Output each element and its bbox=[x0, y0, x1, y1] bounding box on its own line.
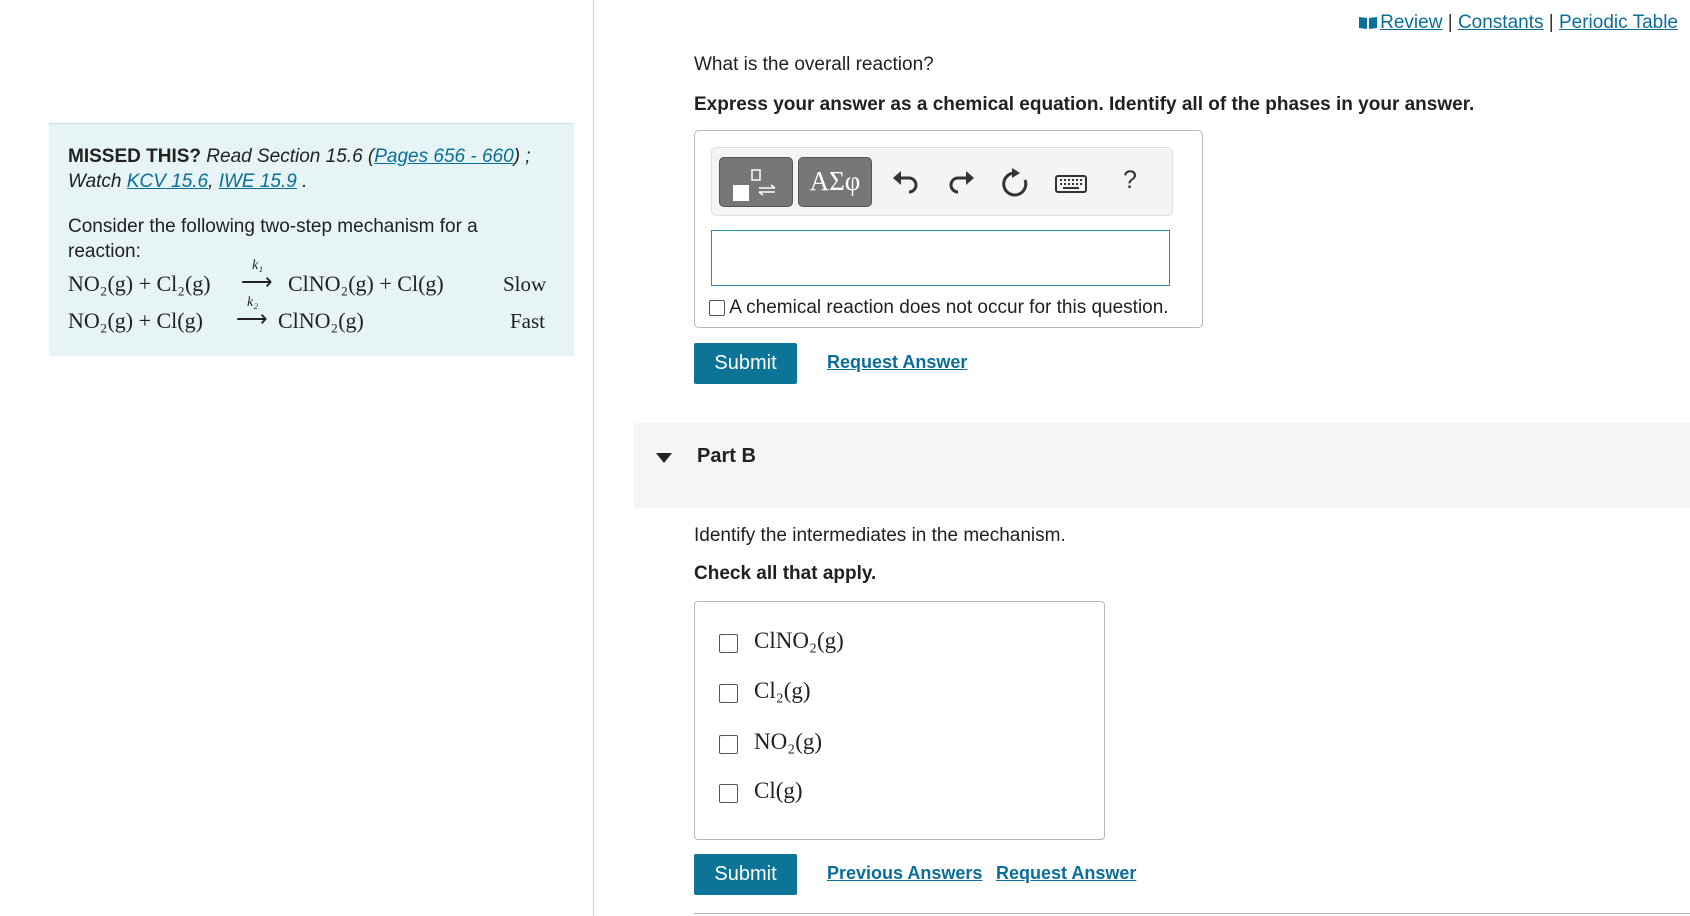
comma-text: , bbox=[208, 171, 214, 192]
mechanism-step-2: NO₂(g) + Cl(g) k₂ ⟶ ClNO₂(g) Fast bbox=[68, 295, 554, 342]
kcv-link[interactable]: KCV 15.6 bbox=[127, 171, 208, 192]
read-section-text: Read Section 15.6 ( bbox=[206, 146, 375, 167]
part-a-instruction: Express your answer as a chemical equati… bbox=[694, 94, 1475, 115]
mechanism-step-1: NO₂(g) + Cl₂(g) k₁ ⟶ ClNO₂(g) + Cl(g) Sl… bbox=[68, 258, 554, 303]
step2-reactants: NO₂(g) + Cl(g) bbox=[68, 308, 203, 333]
bottom-divider bbox=[694, 913, 1690, 914]
choice-label: Cl₂(g) bbox=[754, 678, 811, 703]
hint-box: MISSED THIS? Read Section 15.6 (Pages 65… bbox=[49, 123, 574, 356]
redo-icon[interactable] bbox=[944, 166, 978, 200]
answer-input[interactable] bbox=[711, 230, 1170, 286]
step1-arrow: ⟶ bbox=[241, 269, 273, 294]
mechanism-intro: Consider the following two-step mechanis… bbox=[68, 216, 478, 262]
part-b-submit-button[interactable]: Submit bbox=[694, 854, 797, 895]
step2-products: ClNO₂(g) bbox=[278, 308, 364, 333]
iwe-link[interactable]: IWE 15.9 bbox=[219, 171, 297, 192]
part-b-question: Identify the intermediates in the mechan… bbox=[694, 525, 1066, 546]
step1-reactants: NO₂(g) + Cl₂(g) bbox=[68, 271, 211, 296]
help-button[interactable]: ? bbox=[1123, 166, 1137, 195]
greek-symbols-button[interactable]: ΑΣφ bbox=[798, 157, 872, 207]
watch-text: Watch bbox=[68, 171, 122, 192]
step1-products: ClNO₂(g) + Cl(g) bbox=[288, 271, 444, 296]
choice-label: ClNO₂(g) bbox=[754, 628, 844, 653]
undo-icon[interactable] bbox=[889, 166, 923, 200]
review-link[interactable]: Review bbox=[1380, 12, 1442, 33]
templates-icon bbox=[733, 169, 776, 201]
choice-label: Cl(g) bbox=[754, 778, 803, 803]
hint-read-line: MISSED THIS? Read Section 15.6 (Pages 65… bbox=[68, 144, 554, 169]
choice-checkbox[interactable] bbox=[719, 634, 738, 653]
choice-checkbox[interactable] bbox=[719, 784, 738, 803]
left-pane: MISSED THIS? Read Section 15.6 (Pages 65… bbox=[0, 0, 594, 916]
read-end-text: ) ; bbox=[513, 146, 531, 167]
collapse-caret-icon[interactable] bbox=[656, 453, 672, 463]
choice-checkbox[interactable] bbox=[719, 735, 738, 754]
keyboard-icon[interactable] bbox=[1054, 166, 1088, 200]
separator: | bbox=[1548, 12, 1554, 33]
answer-box: ΑΣφ ? A chemical reaction does not occur… bbox=[694, 130, 1203, 328]
periodic-table-link[interactable]: Periodic Table bbox=[1559, 12, 1678, 33]
part-b-header[interactable]: Part B bbox=[634, 423, 1690, 508]
part-b-request-answer-link[interactable]: Request Answer bbox=[996, 863, 1136, 884]
no-reaction-checkbox[interactable] bbox=[709, 299, 725, 316]
separator: | bbox=[1447, 12, 1453, 33]
part-b-instruction: Check all that apply. bbox=[694, 563, 877, 584]
choice-checkbox[interactable] bbox=[719, 684, 738, 703]
part-a-request-answer-link[interactable]: Request Answer bbox=[827, 352, 967, 373]
previous-answers-link[interactable]: Previous Answers bbox=[827, 863, 982, 884]
templates-button[interactable] bbox=[719, 157, 793, 207]
period-text: . bbox=[302, 171, 308, 192]
step1-rate-label: Slow bbox=[503, 272, 547, 296]
reset-icon[interactable] bbox=[998, 166, 1032, 200]
pages-link[interactable]: Pages 656 - 660 bbox=[374, 146, 513, 167]
part-b-title: Part B bbox=[697, 445, 756, 467]
no-reaction-label: A chemical reaction does not occur for t… bbox=[729, 297, 1169, 318]
resource-links: Review | Constants | Periodic Table bbox=[1358, 12, 1678, 34]
book-icon bbox=[1359, 17, 1378, 30]
missed-this-label: MISSED THIS? bbox=[68, 146, 202, 167]
step2-rate-label: Fast bbox=[510, 309, 546, 333]
choice-label: NO₂(g) bbox=[754, 729, 823, 754]
math-toolbar: ΑΣφ ? bbox=[711, 147, 1173, 216]
hint-watch-line: Watch KCV 15.6, IWE 15.9 . bbox=[68, 169, 554, 194]
part-a-question: What is the overall reaction? bbox=[694, 54, 934, 75]
choices-box: ClNO₂(g) Cl₂(g) NO₂(g) Cl(g) bbox=[694, 601, 1105, 840]
constants-link[interactable]: Constants bbox=[1458, 12, 1544, 33]
part-a-submit-button[interactable]: Submit bbox=[694, 343, 797, 384]
no-reaction-option[interactable]: A chemical reaction does not occur for t… bbox=[709, 297, 1169, 319]
step2-arrow: ⟶ bbox=[236, 306, 268, 331]
